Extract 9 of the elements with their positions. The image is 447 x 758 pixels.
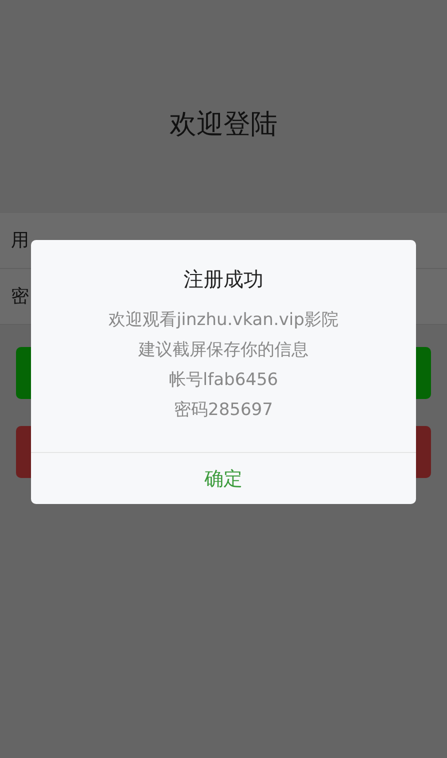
confirm-button[interactable]: 确定: [31, 452, 416, 504]
field-label: 用: [11, 230, 29, 250]
dialog-message: 密码285697: [174, 399, 273, 422]
field-label: 密: [11, 286, 29, 306]
dialog-message: 欢迎观看jinzhu.vkan.vip影院: [108, 309, 338, 332]
dialog-title: 注册成功: [184, 266, 264, 293]
dialog-message: 帐号lfab6456: [168, 369, 278, 392]
dialog-message: 建议截屏保存你的信息: [138, 339, 308, 362]
page-title: 欢迎登陆: [170, 108, 278, 142]
